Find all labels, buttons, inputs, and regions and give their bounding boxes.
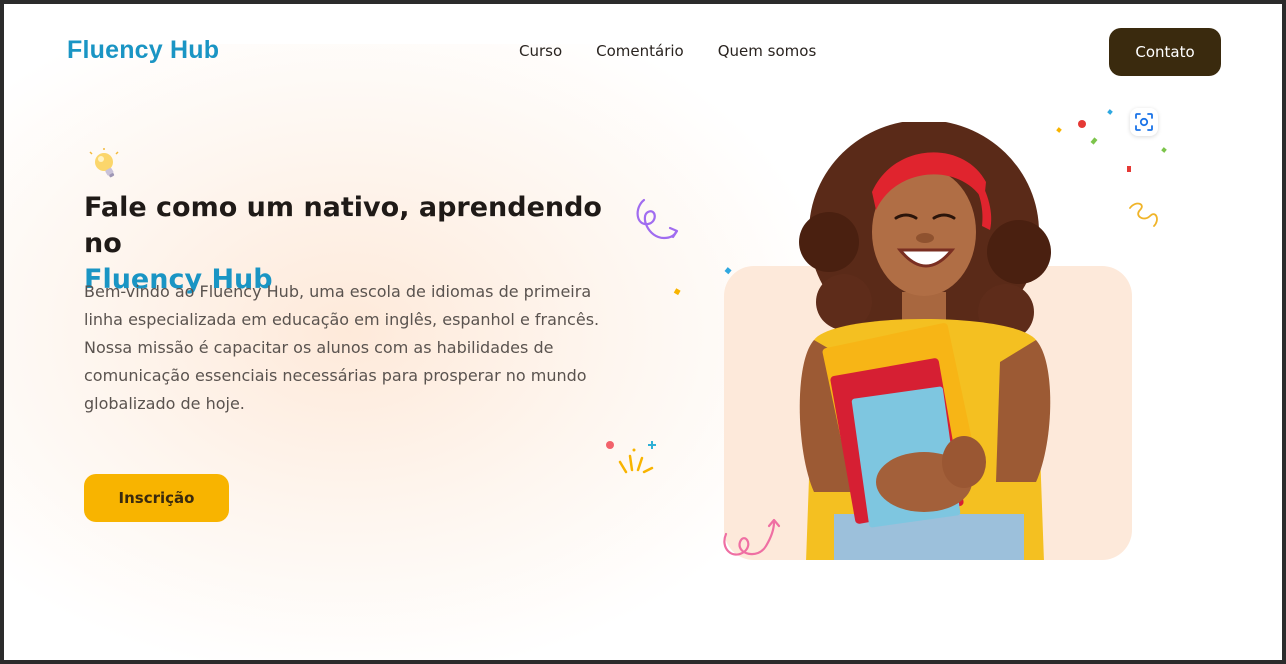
hero-title-main: Fale como um nativo, aprendendo no [84, 192, 602, 259]
scan-button[interactable] [1130, 108, 1158, 136]
signup-button[interactable]: Inscrição [84, 474, 229, 522]
student-photo [799, 122, 1051, 560]
hero-description: Bem-vindo ao Fluency Hub, uma escola de … [84, 282, 600, 413]
contact-button[interactable]: Contato [1109, 28, 1221, 76]
nav-item-quem-somos[interactable]: Quem somos [718, 42, 817, 60]
lightbulb-icon [89, 148, 119, 178]
nav-item-curso[interactable]: Curso [519, 42, 562, 60]
main-nav: Curso Comentário Quem somos [519, 42, 816, 60]
logo[interactable]: Fluency Hub [67, 36, 219, 65]
squiggle-icon [1129, 202, 1158, 227]
nav-item-comentario[interactable]: Comentário [596, 42, 684, 60]
confetti-burst-icon [606, 441, 656, 474]
page: Fluency Hub Curso Comentário Quem somos … [4, 4, 1282, 660]
scan-icon [1135, 113, 1153, 131]
spring-icon [723, 518, 781, 556]
